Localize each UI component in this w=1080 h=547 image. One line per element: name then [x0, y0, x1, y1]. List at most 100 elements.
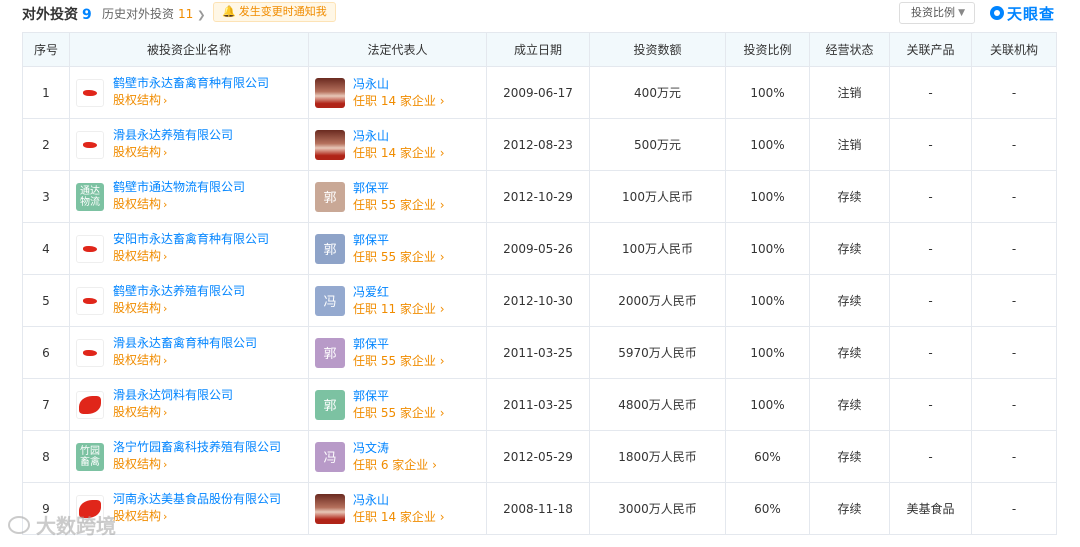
rep-cell: 冯永山 任职 14 家企业 ›: [308, 482, 487, 535]
person-avatar[interactable]: 郭: [315, 337, 345, 368]
amount-cell: 3000万人民币: [589, 482, 726, 535]
col-header-product: 关联产品: [889, 32, 972, 67]
product-cell: -: [889, 170, 972, 223]
rep-name-link[interactable]: 冯爱红: [353, 284, 445, 300]
chevron-right-icon: ›: [428, 457, 437, 472]
company-name-link[interactable]: 河南永达美基食品股份有限公司: [113, 491, 281, 507]
date-cell: 2009-06-17: [486, 66, 590, 119]
equity-structure-link[interactable]: 股权结构 ›: [113, 351, 257, 370]
col-header-status: 经营状态: [809, 32, 890, 67]
ratio-cell: 100%: [725, 326, 810, 379]
watermark: 大数跨境: [8, 510, 116, 539]
rep-companies-link[interactable]: 任职 55 家企业 ›: [353, 196, 445, 214]
person-avatar[interactable]: 冯: [315, 441, 345, 472]
company-cell: 通达物流 鹤壁市通达物流有限公司 股权结构 ›: [69, 170, 309, 223]
product-cell: -: [889, 66, 972, 119]
company-name-link[interactable]: 滑县永达养殖有限公司: [113, 127, 233, 143]
rep-companies-link[interactable]: 任职 55 家企业 ›: [353, 352, 445, 370]
amount-cell: 1800万人民币: [589, 430, 726, 483]
person-avatar[interactable]: 郭: [315, 181, 345, 212]
rep-companies-link[interactable]: 任职 11 家企业 ›: [353, 300, 445, 318]
org-cell: -: [971, 222, 1057, 275]
person-photo-avatar[interactable]: [315, 493, 345, 524]
rep-cell: 冯永山 任职 14 家企业 ›: [308, 66, 487, 119]
equity-label: 股权结构: [113, 93, 162, 107]
company-logo: [76, 78, 104, 107]
table-row: 7 滑县永达饲料有限公司 股权结构 › 郭郭保平 任职 55 家企业 › 2011-03-2…: [22, 378, 1057, 431]
status-cell: 注销: [809, 118, 890, 171]
avatar-char: 郭: [323, 399, 337, 414]
company-name-link[interactable]: 滑县永达畜禽育种有限公司: [113, 335, 257, 351]
status-cell: 存续: [809, 326, 890, 379]
table-row: 1 鹤壁市永达畜禽育种有限公司 股权结构 › 冯永山 任职 14 家企业 › 2009-06…: [22, 66, 1057, 119]
company-name-link[interactable]: 洛宁竹园畜禽科技养殖有限公司: [113, 439, 281, 455]
product-cell[interactable]: 美基食品: [889, 482, 972, 535]
tianyancha-logo-icon: [990, 6, 1004, 20]
investment-table: 序号 被投资企业名称 法定代表人 成立日期 投资数额 投资比例 经营状态 关联产…: [22, 32, 1057, 535]
chevron-right-icon: ›: [435, 197, 445, 212]
date-cell: 2011-03-25: [486, 326, 590, 379]
notify-label: 发生变更时通知我: [238, 5, 327, 18]
status-cell: 存续: [809, 482, 890, 535]
col-header-amount: 投资数额: [589, 32, 726, 67]
rep-cell: 郭 郭保平 任职 55 家企业 ›: [308, 378, 487, 431]
rep-companies-link[interactable]: 任职 14 家企业 ›: [353, 508, 445, 526]
rep-name-link[interactable]: 郭保平: [353, 180, 445, 196]
equity-structure-link[interactable]: 股权结构 ›: [113, 403, 233, 422]
chevron-right-icon: ›: [163, 94, 168, 107]
status-cell: 存续: [809, 170, 890, 223]
avatar-char: 冯: [323, 295, 337, 310]
equity-structure-link[interactable]: 股权结构 ›: [113, 507, 281, 526]
company-logo: 竹园畜禽: [76, 442, 104, 471]
history-investment-link[interactable]: 历史对外投资 11 ❯: [102, 5, 206, 22]
amount-cell: 500万元: [589, 118, 726, 171]
person-avatar[interactable]: 郭: [315, 389, 345, 420]
equity-structure-link[interactable]: 股权结构 ›: [113, 247, 269, 266]
rep-companies-link[interactable]: 任职 6 家企业 ›: [353, 456, 437, 474]
person-avatar[interactable]: 冯: [315, 285, 345, 316]
person-photo-avatar[interactable]: [315, 129, 345, 160]
equity-label: 股权结构: [113, 249, 162, 263]
rep-name-link[interactable]: 冯永山: [353, 128, 445, 144]
rep-name-link[interactable]: 冯永山: [353, 76, 445, 92]
table-row: 6 滑县永达畜禽育种有限公司 股权结构 › 郭郭保平 任职 55 家企业 › 2011-03…: [22, 326, 1057, 379]
rep-companies-link[interactable]: 任职 14 家企业 ›: [353, 92, 445, 110]
rep-name-link[interactable]: 郭保平: [353, 388, 445, 404]
sort-ratio-dropdown[interactable]: 投资比例 ▼: [899, 2, 975, 24]
rep-name-link[interactable]: 郭保平: [353, 232, 445, 248]
chevron-right-icon: ›: [163, 198, 168, 211]
company-name-link[interactable]: 滑县永达饲料有限公司: [113, 387, 233, 403]
rep-companies-link[interactable]: 任职 55 家企业 ›: [353, 248, 445, 266]
equity-structure-link[interactable]: 股权结构 ›: [113, 195, 245, 214]
date-cell: 2012-10-29: [486, 170, 590, 223]
company-name-link[interactable]: 鹤壁市通达物流有限公司: [113, 179, 245, 195]
status-cell: 存续: [809, 378, 890, 431]
amount-cell: 400万元: [589, 66, 726, 119]
date-cell: 2012-08-23: [486, 118, 590, 171]
avatar-char: 郭: [323, 191, 337, 206]
notify-change-button[interactable]: 🔔 发生变更时通知我: [213, 2, 336, 22]
logo-mark-icon: [83, 245, 97, 252]
table-row: 5 鹤壁市永达养殖有限公司 股权结构 › 冯冯爱红 任职 11 家企业 › 2012-10-…: [22, 274, 1057, 327]
chevron-right-icon: ›: [435, 93, 445, 108]
equity-structure-link[interactable]: 股权结构 ›: [113, 299, 245, 318]
rep-name-link[interactable]: 冯文涛: [353, 440, 437, 456]
person-avatar[interactable]: 郭: [315, 233, 345, 264]
org-cell: -: [971, 482, 1057, 535]
equity-structure-link[interactable]: 股权结构 ›: [113, 91, 269, 110]
rep-name-link[interactable]: 冯永山: [353, 492, 445, 508]
rep-companies-link[interactable]: 任职 55 家企业 ›: [353, 404, 445, 422]
equity-structure-link[interactable]: 股权结构 ›: [113, 143, 233, 162]
equity-structure-link[interactable]: 股权结构 ›: [113, 455, 281, 474]
rep-name-link[interactable]: 郭保平: [353, 336, 445, 352]
person-photo-avatar[interactable]: [315, 77, 345, 108]
date-cell: 2008-11-18: [486, 482, 590, 535]
title-text: 对外投资: [22, 7, 78, 23]
org-cell: -: [971, 170, 1057, 223]
rep-companies-link[interactable]: 任职 14 家企业 ›: [353, 144, 445, 162]
company-name-link[interactable]: 鹤壁市永达畜禽育种有限公司: [113, 75, 269, 91]
table-row: 8 竹园畜禽 洛宁竹园畜禽科技养殖有限公司 股权结构 › 冯冯文涛 任职 6 家企业 › 20…: [22, 430, 1057, 483]
company-name-link[interactable]: 鹤壁市永达养殖有限公司: [113, 283, 245, 299]
status-cell: 存续: [809, 222, 890, 275]
company-name-link[interactable]: 安阳市永达畜禽育种有限公司: [113, 231, 269, 247]
